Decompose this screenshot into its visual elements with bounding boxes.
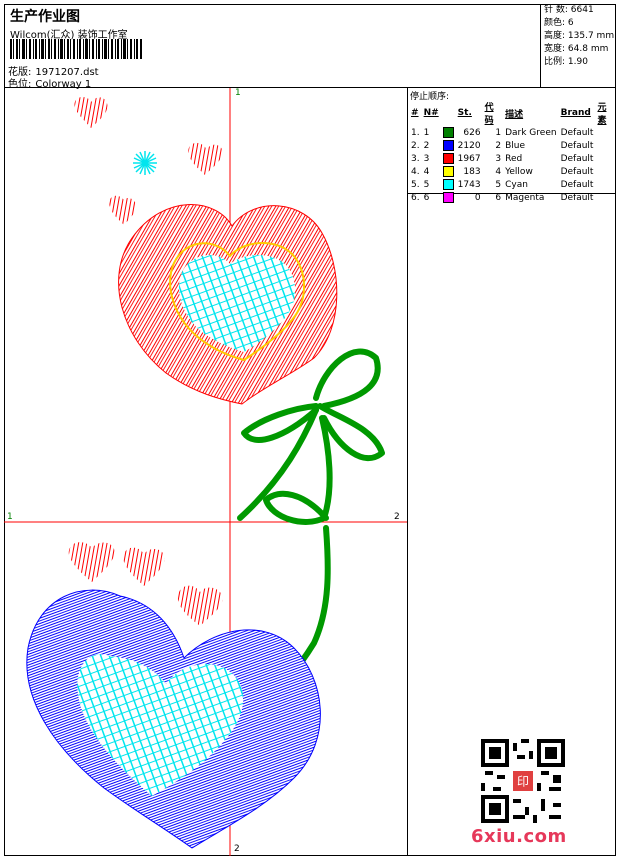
stat-colors: 颜色: 6 — [544, 18, 574, 28]
guide-marker-bottom: 2 — [234, 844, 240, 854]
guide-marker-top: 1 — [235, 88, 241, 98]
stat-width: 宽度: 64.8 mm — [544, 44, 609, 54]
table-row: 3. 3 1967 3 Red Default — [411, 153, 594, 164]
small-heart — [123, 547, 165, 586]
embroidery-preview — [4, 88, 407, 856]
design-stats: 针 数: 6641 颜色: 6 高度: 135.7 mm 宽度: 64.8 mm… — [540, 4, 616, 87]
color-swatch — [442, 179, 454, 190]
stamp-logo: 印 — [517, 774, 529, 788]
small-heart — [177, 585, 223, 626]
stop-sequence-panel: 停止顺序: # N# St. 代码 描述 Brand 元素 1. 1 626 1 Dar… — [408, 88, 616, 203]
design-canvas[interactable]: 1 1 2 2 — [4, 88, 408, 856]
header: 生产作业图 Wilcom(汇众) 装饰工作室 花版: 1971207.dst 色位… — [4, 4, 616, 90]
guide-marker-left: 1 — [7, 512, 13, 522]
table-row: 2. 2 2120 2 Blue Default — [411, 140, 594, 151]
table-row: 5. 5 1743 5 Cyan Default — [411, 179, 594, 190]
stat-scale: 比例: 1.90 — [544, 57, 588, 67]
guide-marker-right: 2 — [394, 512, 400, 522]
stop-sequence-table: # N# St. 代码 描述 Brand 元素 1. 1 626 1 Dark Gree… — [409, 100, 616, 204]
qr-code-icon: 印 — [481, 739, 565, 823]
table-header: # N# St. 代码 描述 Brand 元素 — [411, 103, 607, 126]
table-row: 4. 4 183 4 Yellow Default — [411, 166, 594, 177]
color-swatch — [442, 192, 454, 203]
stat-stitches: 针 数: 6641 — [544, 5, 594, 15]
stat-height: 高度: 135.7 mm — [544, 31, 615, 41]
green-bow — [237, 348, 385, 679]
cyan-star — [133, 151, 157, 175]
small-heart — [188, 142, 223, 175]
table-row: 6. 6 0 6 Magenta Default — [411, 192, 594, 203]
small-heart — [109, 195, 137, 225]
page-title: 生产作业图 — [10, 9, 80, 25]
table-row: 1. 1 626 1 Dark Green Default — [411, 127, 594, 138]
color-swatch — [442, 127, 454, 138]
small-heart — [68, 542, 115, 582]
color-swatch — [442, 166, 454, 177]
small-heart — [74, 96, 108, 128]
barcode — [10, 39, 142, 59]
color-swatch — [442, 153, 454, 164]
watermark-site: 6xiu.com — [471, 826, 567, 847]
color-swatch — [442, 140, 454, 151]
